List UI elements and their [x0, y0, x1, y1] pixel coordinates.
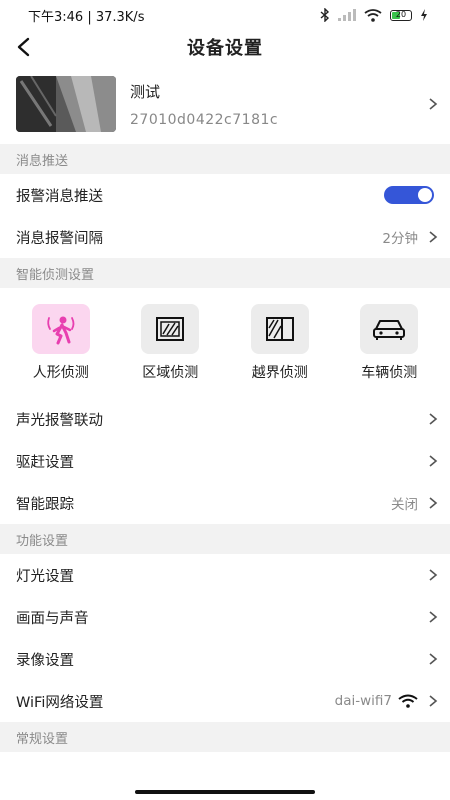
status-bar: 下午3:46 | 37.3K/s 20 — [0, 0, 450, 30]
wifi-settings-row[interactable]: WiFi网络设置 dai-wifi7 — [0, 680, 450, 722]
section-general: 常规设置 — [0, 722, 450, 752]
section-detect: 智能侦测设置 — [0, 258, 450, 288]
row-label: 消息报警间隔 — [16, 230, 103, 247]
device-id: 27010d0422c7181c — [130, 111, 279, 128]
chevron-right-icon — [429, 413, 438, 425]
chevron-right-icon — [429, 231, 438, 243]
device-name: 测试 — [130, 82, 161, 101]
alarm-push-row: 报警消息推送 — [0, 174, 450, 216]
status-time: 下午3:46 | 37.3K/s — [28, 9, 145, 25]
car-detect-icon — [360, 304, 419, 354]
wifi-network-value: dai-wifi7 — [335, 693, 418, 709]
row-label: WiFi网络设置 — [16, 694, 104, 711]
chevron-right-icon — [429, 611, 438, 623]
section-function: 功能设置 — [0, 524, 450, 554]
picture-sound-row[interactable]: 画面与声音 — [0, 596, 450, 638]
signal-icon — [338, 9, 356, 21]
alarm-interval-value: 2分钟 — [382, 231, 418, 247]
row-label: 智能跟踪 — [16, 496, 74, 513]
chevron-right-icon — [429, 569, 438, 581]
page-title: 设备设置 — [187, 38, 263, 59]
detect-crossline[interactable]: 越界侦测 — [230, 304, 330, 382]
area-detect-icon — [141, 304, 200, 354]
detect-label: 区域侦测 — [142, 365, 199, 381]
battery-icon: 20 — [390, 9, 412, 21]
chevron-right-icon — [429, 695, 438, 707]
device-card[interactable]: 测试 27010d0422c7181c — [0, 64, 450, 144]
row-label: 灯光设置 — [16, 568, 74, 585]
person-detect-icon — [31, 304, 90, 354]
alarm-push-toggle[interactable] — [384, 186, 434, 204]
status-icons: 20 — [320, 8, 428, 22]
smart-tracking-value: 关闭 — [391, 497, 418, 513]
row-label: 声光报警联动 — [16, 412, 103, 429]
chevron-right-icon — [429, 98, 438, 110]
detect-grid: 人形侦测 区域侦测 越界侦测 车辆侦测 — [0, 288, 450, 398]
row-label: 报警消息推送 — [16, 188, 103, 205]
recording-settings-row[interactable]: 录像设置 — [0, 638, 450, 680]
wifi-icon — [398, 694, 418, 708]
detect-area[interactable]: 区域侦测 — [120, 304, 220, 382]
chevron-right-icon — [429, 455, 438, 467]
light-settings-row[interactable]: 灯光设置 — [0, 554, 450, 596]
row-label: 画面与声音 — [16, 610, 89, 627]
alarm-interval-row[interactable]: 消息报警间隔 2分钟 — [0, 216, 450, 258]
detect-label: 越界侦测 — [251, 365, 308, 381]
crossline-detect-icon — [250, 304, 309, 354]
home-indicator[interactable] — [135, 790, 315, 794]
detect-label: 车辆侦测 — [361, 365, 418, 381]
detect-car[interactable]: 车辆侦测 — [339, 304, 439, 382]
deterrence-row[interactable]: 驱赶设置 — [0, 440, 450, 482]
section-push: 消息推送 — [0, 144, 450, 174]
detect-label: 人形侦测 — [32, 365, 89, 381]
back-button[interactable] — [16, 32, 42, 62]
chevron-right-icon — [429, 653, 438, 665]
wifi-name: dai-wifi7 — [334, 693, 392, 709]
wifi-status-icon — [364, 8, 382, 22]
back-arrow-icon — [17, 37, 30, 57]
smart-tracking-row[interactable]: 智能跟踪 关闭 — [0, 482, 450, 524]
chevron-right-icon — [429, 497, 438, 509]
row-label: 驱赶设置 — [16, 454, 74, 471]
row-label: 录像设置 — [16, 652, 74, 669]
charging-icon — [421, 9, 427, 21]
sound-light-alarm-row[interactable]: 声光报警联动 — [0, 398, 450, 440]
bluetooth-icon — [320, 8, 330, 22]
detect-person[interactable]: 人形侦测 — [11, 304, 111, 382]
device-thumbnail — [16, 76, 116, 132]
header: 设备设置 — [0, 30, 450, 64]
